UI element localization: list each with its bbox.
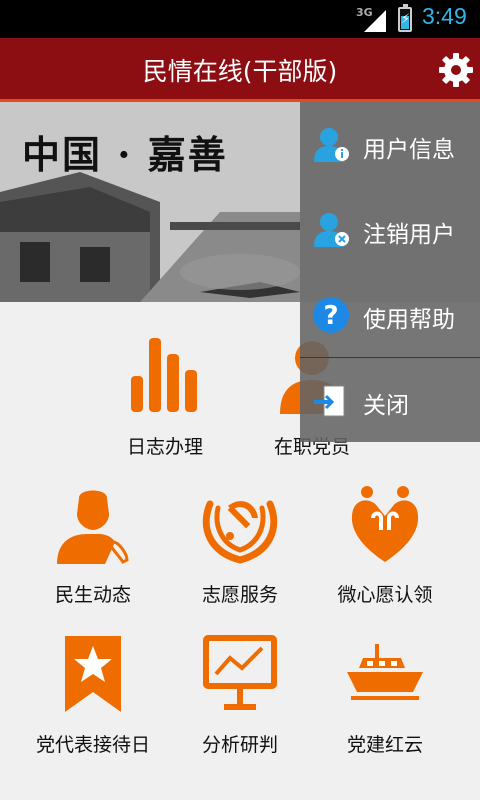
grid-item-log[interactable]: 日志办理 (90, 336, 240, 486)
user-info-icon (314, 128, 349, 162)
help-icon: ? (313, 297, 349, 333)
grid-item-party-cloud[interactable]: 党建红云 (310, 634, 460, 784)
banner-calligraphy: 中国 · 嘉善 (22, 132, 228, 177)
grid-item-label: 党代表接待日 (35, 734, 150, 756)
grid-item-label: 民生动态 (54, 584, 131, 606)
menu-item-logout[interactable]: 注销用户 (300, 187, 480, 272)
options-menu: 用户信息 注销用户 ? 使用帮助 关闭 (300, 102, 480, 442)
menu-item-close[interactable]: 关闭 (300, 358, 480, 443)
exit-icon (314, 385, 345, 417)
app-title: 民情在线(干部版) (142, 57, 338, 86)
gear-icon[interactable] (436, 50, 476, 90)
menu-item-label: 注销用户 (363, 222, 455, 248)
svg-text:?: ? (323, 301, 338, 331)
menu-item-label: 用户信息 (363, 137, 455, 163)
party-emblem-icon (202, 500, 278, 564)
status-bar: 3G ⚡ 3:49 (0, 0, 480, 38)
bar-chart-icon (131, 338, 197, 412)
menu-item-help[interactable]: ? 使用帮助 (300, 272, 480, 357)
grid-item-label: 日志办理 (126, 436, 203, 458)
grid-item-label: 志愿服务 (201, 584, 278, 606)
grid-item-deputy-day[interactable]: 党代表接待日 (18, 634, 168, 784)
battery-icon: ⚡ (398, 4, 412, 32)
grid-item-wish[interactable]: 微心愿认领 (310, 484, 460, 634)
signal-icon (364, 10, 386, 32)
menu-item-label: 使用帮助 (363, 307, 455, 333)
user-logout-icon (314, 213, 349, 247)
grid-item-label: 分析研判 (201, 734, 278, 756)
grid-item-volunteer[interactable]: 志愿服务 (165, 484, 315, 634)
red-boat-icon (347, 644, 423, 700)
menu-item-label: 关闭 (363, 393, 409, 419)
star-bookmark-icon (65, 636, 121, 712)
grid-item-label: 党建红云 (346, 734, 423, 756)
grid-item-livelihood[interactable]: 民生动态 (18, 484, 168, 634)
person-phone-icon (57, 490, 129, 564)
grid-item-label: 微心愿认领 (337, 584, 433, 606)
status-time: 3:49 (422, 3, 467, 29)
grid-item-analysis[interactable]: 分析研判 (165, 634, 315, 784)
line-chart-board-icon (203, 635, 277, 710)
heart-people-icon (351, 486, 419, 562)
app-title-bar: 民情在线(干部版) (0, 38, 480, 102)
menu-item-user-info[interactable]: 用户信息 (300, 102, 480, 187)
